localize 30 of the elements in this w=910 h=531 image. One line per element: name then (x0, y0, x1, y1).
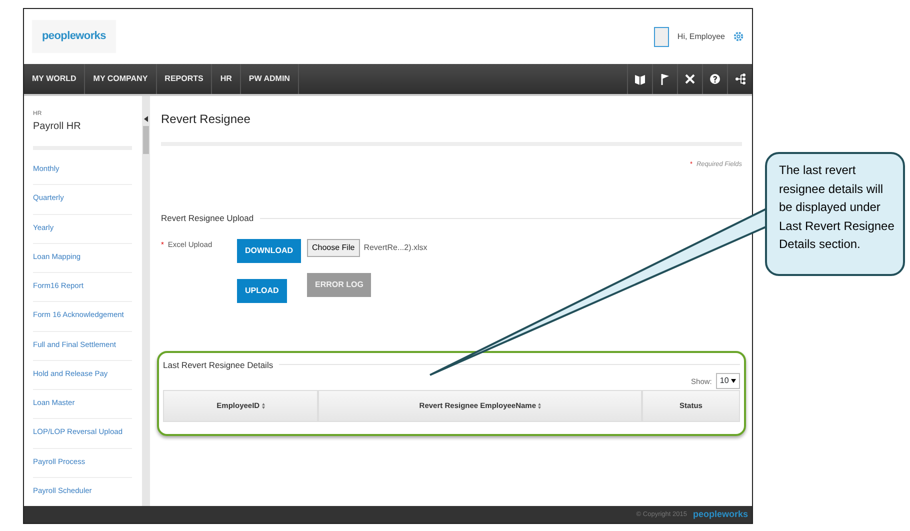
nav-item[interactable]: MY COMPANY (85, 64, 157, 94)
sort-icon[interactable] (262, 403, 265, 410)
section-title: Revert Resignee Upload (161, 212, 254, 224)
avatar[interactable] (654, 26, 670, 46)
choose-file-button[interactable]: Choose File (307, 238, 360, 256)
action-button[interactable]: DOWNLOAD (237, 238, 301, 262)
footer-logo[interactable]: peopleworks (692, 508, 748, 522)
sidebar-title: Payroll HR (33, 120, 82, 134)
help-icon[interactable] (709, 73, 721, 85)
user-greeting[interactable]: Hi, Employee (677, 30, 725, 42)
page-size-select[interactable]: 10 (716, 373, 740, 390)
logo[interactable]: peopleworks (32, 20, 116, 53)
caret-icon[interactable] (731, 379, 736, 384)
nav-item[interactable]: MY WORLD (24, 64, 86, 94)
section-title: Last Revert Resignee Details (163, 358, 274, 372)
page-title: Revert Resignee (161, 110, 742, 146)
callout-text: The last revert resignee details will be displayed under Last Revert Resignee Details section. (765, 152, 905, 276)
nav-item[interactable]: REPORTS (156, 64, 212, 94)
nav-item[interactable]: HR (212, 64, 241, 94)
collapse-arrow-icon[interactable] (144, 116, 148, 122)
sitemap-icon[interactable] (734, 73, 746, 85)
settings-icon[interactable] (733, 31, 744, 42)
flag-icon[interactable] (659, 73, 671, 85)
nav-item[interactable]: PW ADMIN (240, 64, 299, 94)
file-name: RevertRe...2).xlsx (364, 242, 428, 254)
action-button: ERROR LOG (307, 272, 372, 296)
action-button[interactable]: UPLOAD (237, 278, 287, 302)
scrollbar-thumb[interactable] (143, 126, 149, 154)
sort-icon[interactable] (538, 403, 542, 410)
book-icon[interactable] (634, 73, 646, 85)
